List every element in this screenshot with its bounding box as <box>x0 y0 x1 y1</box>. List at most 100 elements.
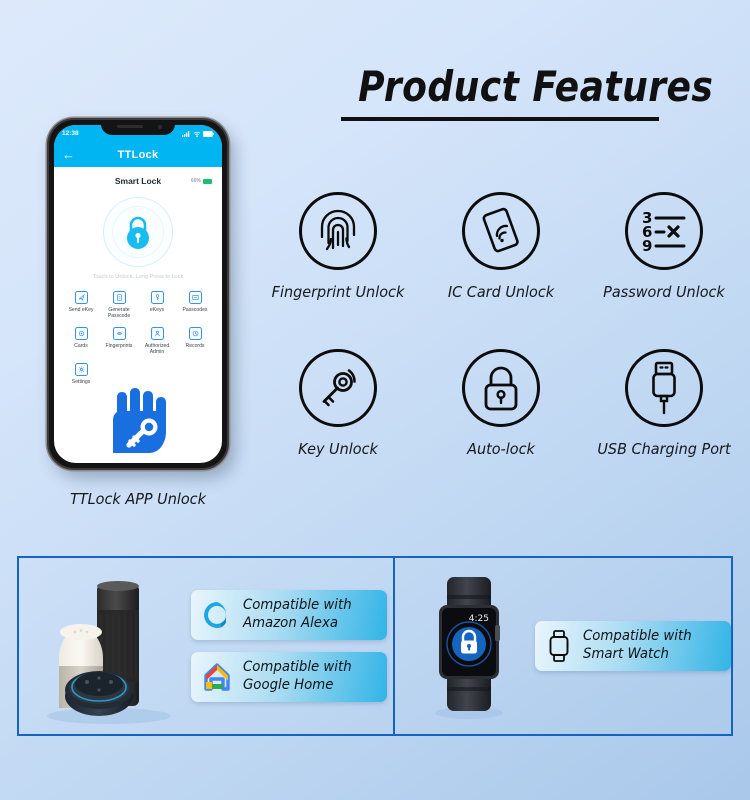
signal-icon <box>182 130 190 137</box>
feature-icon-circle <box>299 349 377 427</box>
badge-text: Compatible with Google Home <box>243 659 352 695</box>
menu-label: Generate Passcode <box>107 306 131 319</box>
fingerprints-icon <box>112 327 126 341</box>
menu-label: Cards <box>74 342 88 349</box>
menu-item-settings[interactable]: Settings <box>62 363 100 385</box>
menu-item-send-ekey[interactable]: Send eKey <box>62 291 100 319</box>
wifi-icon <box>193 131 200 137</box>
padlock-icon <box>127 216 149 249</box>
status-time: 12:38 <box>62 130 79 137</box>
amazon-alexa-logo <box>204 602 227 629</box>
hand-with-key-icon <box>113 388 166 454</box>
ic-card-nfc-icon <box>482 207 519 253</box>
svg-text:9: 9 <box>642 237 652 253</box>
menu-label: Passcodes <box>182 306 208 313</box>
menu-item-authorized-admin[interactable]: Authorized Admin <box>138 327 176 355</box>
usb-plug-icon <box>652 361 676 415</box>
voice-assistant-section: Compatible with Amazon Alexa Compatible … <box>19 558 393 734</box>
feature-icon-circle <box>462 192 540 270</box>
badge-amazon-alexa[interactable]: Compatible with Amazon Alexa <box>191 590 387 640</box>
feature-icon-circle: 3 6 9 <box>625 192 703 270</box>
device-header: Smart Lock 60% <box>54 176 222 186</box>
feature-label: Key Unlock <box>298 440 378 458</box>
features-row-1: Fingerprint Unlock IC Card Unlock 3 6 9 … <box>262 192 740 301</box>
fingerprint-icon <box>320 209 356 251</box>
phone-notch <box>101 120 175 135</box>
device-name: Smart Lock <box>114 176 162 186</box>
cards-icon <box>74 327 88 341</box>
unlock-ring-outer <box>103 197 173 267</box>
menu-item-records[interactable]: Records <box>176 327 214 355</box>
settings-gear-icon <box>74 363 88 377</box>
feature-label: USB Charging Port <box>597 440 731 458</box>
smart-watch-device: 4:25 <box>435 577 503 719</box>
back-arrow-icon[interactable]: ← <box>62 147 75 162</box>
padlock-icon <box>484 366 518 411</box>
badge-line-1: Compatible with <box>243 597 352 614</box>
menu-label: Authorized Admin <box>144 342 170 356</box>
feature-fingerprint-unlock[interactable]: Fingerprint Unlock <box>262 192 414 301</box>
authorized-admin-icon <box>150 327 164 341</box>
menu-item-cards[interactable]: Cards <box>62 327 100 355</box>
menu-item-passcodes[interactable]: Passcodes <box>176 291 214 319</box>
feature-auto-lock[interactable]: Auto-lock <box>425 349 577 458</box>
page-title: Product Features <box>358 62 714 111</box>
menu-item-generate-passcode[interactable]: Generate Passcode <box>100 291 138 319</box>
keypad-digits-icon: 3 6 9 <box>642 209 686 253</box>
send-ekey-icon <box>74 291 88 304</box>
key-icon <box>322 369 356 407</box>
unlock-ring-inner <box>112 206 164 258</box>
smart-speakers-group <box>37 566 187 726</box>
app-menu-grid: Send eKey Generate Passcode eKeys Passco… <box>54 291 222 385</box>
badge-text: Compatible with Smart Watch <box>583 628 692 664</box>
smart-watch-icon <box>549 630 569 662</box>
phone-screen: 12:38 ← TTLock Smart Lock 60% Touch to U… <box>54 125 222 463</box>
battery-cell-icon <box>203 178 212 184</box>
menu-item-fingerprints[interactable]: Fingerprints <box>100 327 138 355</box>
feature-key-unlock[interactable]: Key Unlock <box>262 349 414 458</box>
badge-line-2: Amazon Alexa <box>243 615 338 632</box>
phone-app-bar: ← TTLock <box>54 142 222 167</box>
passcodes-icon <box>188 291 202 304</box>
badge-line-1: Compatible with <box>583 628 692 645</box>
badge-google-home[interactable]: Compatible with Google Home <box>191 652 387 702</box>
menu-label: Records <box>185 342 205 349</box>
feature-ic-card-unlock[interactable]: IC Card Unlock <box>425 192 577 301</box>
menu-label: Send eKey <box>68 306 94 313</box>
phone-device: 12:38 ← TTLock Smart Lock 60% Touch to U… <box>47 118 229 470</box>
feature-password-unlock[interactable]: 3 6 9 Password Unlock <box>588 192 740 301</box>
menu-label: Fingerprints <box>105 342 133 349</box>
generate-passcode-icon <box>112 291 126 304</box>
battery-icon <box>203 130 214 137</box>
badge-smart-watch[interactable]: Compatible with Smart Watch <box>535 621 731 671</box>
feature-label: IC Card Unlock <box>447 283 555 301</box>
smart-watch-section: 4:25 Compatible with Smart Watch <box>393 558 731 734</box>
page-title-block: Product Features <box>335 62 714 121</box>
smart-speakers-illustration <box>47 581 171 724</box>
badge-line-1: Compatible with <box>243 659 352 675</box>
smart-watch-illustration: 4:25 <box>417 571 521 721</box>
compatibility-panel: Compatible with Amazon Alexa Compatible … <box>17 556 733 736</box>
status-indicators <box>182 130 214 137</box>
battery-level: 60% <box>190 178 201 184</box>
feature-usb-charging-port[interactable]: USB Charging Port <box>588 349 740 458</box>
phone-caption: TTLock APP Unlock <box>70 490 206 508</box>
feature-icon-circle <box>462 349 540 427</box>
feature-icon-circle <box>299 192 377 270</box>
badge-text: Compatible with Amazon Alexa <box>243 597 352 633</box>
records-icon <box>188 327 202 341</box>
unlock-stage[interactable] <box>54 186 222 278</box>
ekeys-icon <box>150 291 164 304</box>
features-row-2: Key Unlock Auto-lock USB Charging Port <box>262 349 740 458</box>
features-grid: Fingerprint Unlock IC Card Unlock 3 6 9 … <box>262 192 740 458</box>
hand-illustration-zone <box>54 385 222 454</box>
voice-assistant-badges: Compatible with Amazon Alexa Compatible … <box>191 590 387 702</box>
feature-label: Password Unlock <box>603 283 725 301</box>
menu-label: eKeys <box>149 306 165 313</box>
feature-label: Auto-lock <box>467 440 535 458</box>
feature-icon-circle <box>625 349 703 427</box>
menu-item-ekeys[interactable]: eKeys <box>138 291 176 319</box>
phone-mockup-block: 12:38 ← TTLock Smart Lock 60% Touch to U… <box>38 118 238 508</box>
device-battery: 60% <box>191 178 212 184</box>
feature-label: Fingerprint Unlock <box>271 283 405 301</box>
